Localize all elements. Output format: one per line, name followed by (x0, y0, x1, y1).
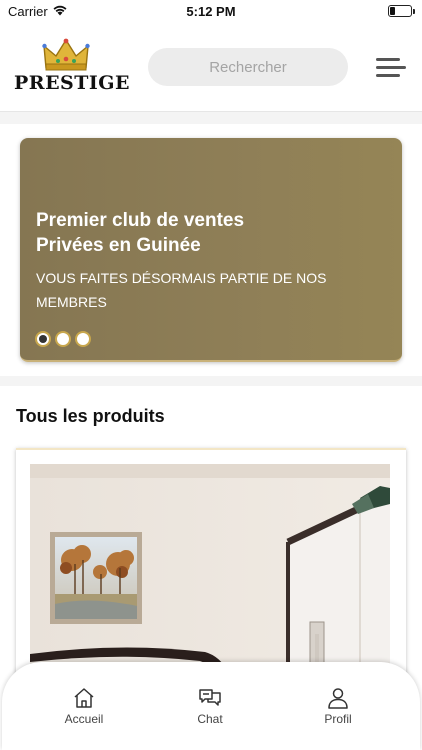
carousel-dot-3[interactable] (75, 331, 91, 347)
nav-label-accueil: Accueil (64, 712, 104, 726)
carousel-dot-2[interactable] (55, 331, 71, 347)
logo-text: PRESTIGE (14, 72, 131, 94)
nav-label-chat: Chat (197, 712, 223, 726)
crown-icon (42, 38, 90, 71)
banner-subtitle: VOUS FAITES DÉSORMAIS PARTIE DE NOS MEMB… (36, 270, 327, 310)
status-bar: Carrier 5:12 PM (0, 0, 422, 24)
promo-section: Premier club de ventes Privées en Guinée… (0, 124, 422, 376)
app-header: PRESTIGE (0, 24, 422, 112)
promo-banner[interactable]: Premier club de ventes Privées en Guinée… (20, 138, 402, 362)
search-input[interactable] (148, 48, 348, 86)
chat-icon (199, 689, 221, 706)
home-icon (74, 688, 94, 708)
nav-item-profil[interactable]: Profil (298, 686, 378, 726)
prestige-logo[interactable]: PRESTIGE (14, 38, 131, 100)
nav-item-chat[interactable]: Chat (170, 686, 250, 726)
menu-icon[interactable] (376, 56, 406, 80)
bottom-navigation: Accueil Chat Profil (2, 662, 420, 750)
nav-item-accueil[interactable]: Accueil (44, 686, 124, 726)
section-title: Tous les produits (16, 406, 165, 426)
clock: 5:12 PM (186, 4, 236, 19)
user-icon (328, 688, 348, 709)
carousel-dot-1[interactable] (35, 331, 51, 347)
nav-label-profil: Profil (324, 712, 352, 726)
battery-icon (388, 5, 415, 17)
banner-title: Premier club de ventes Privées en Guinée (36, 210, 245, 256)
